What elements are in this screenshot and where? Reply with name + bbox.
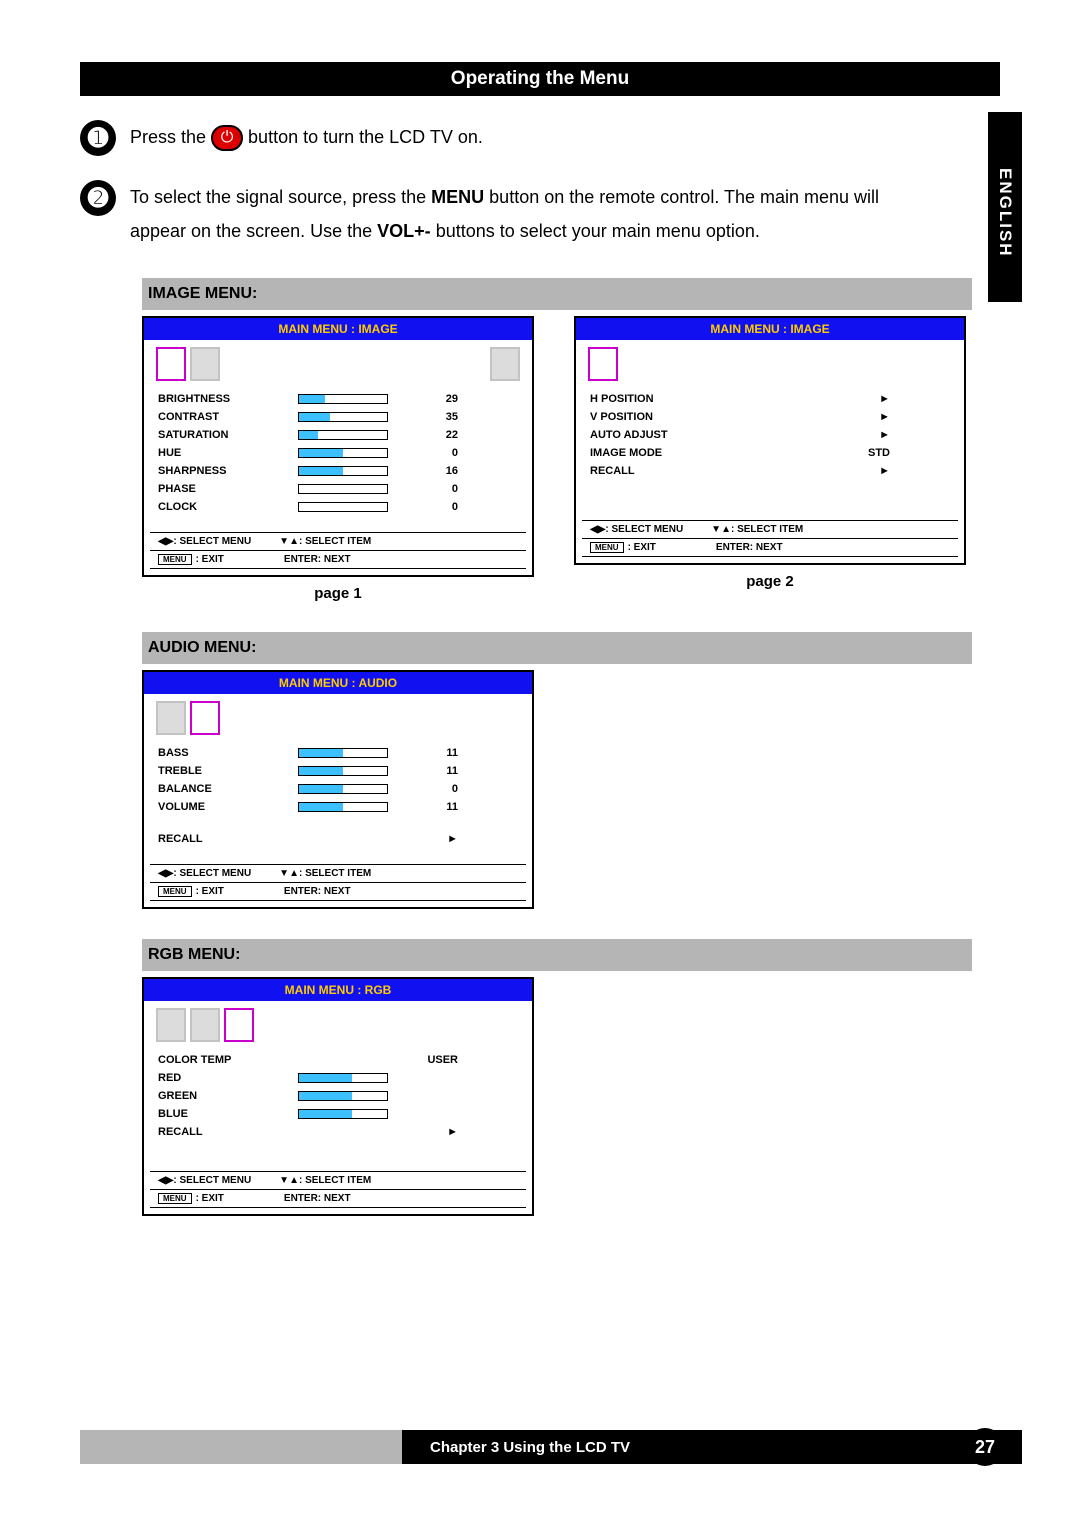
bullet-2: ➋	[80, 180, 116, 216]
menu-item: COLOR TEMPUSER	[158, 1051, 518, 1069]
menu-item: IMAGE MODESTD	[590, 444, 950, 462]
page-number-badge: 27	[966, 1428, 1004, 1466]
menu-tab-icon	[156, 701, 186, 735]
menu-tab-icon	[190, 1008, 220, 1042]
menu-tab-icon	[156, 1008, 186, 1042]
menu-tab-icon	[190, 347, 220, 381]
language-tab: ENGLISH	[988, 112, 1022, 302]
footer-select-menu: ◀▶: SELECT MENU	[158, 536, 251, 547]
menu-item: RED	[158, 1069, 518, 1087]
menu-tab-icon	[588, 347, 618, 381]
image-menu-page2: MAIN MENU : IMAGE H POSITION►V POSITION►…	[574, 316, 966, 565]
bullet-1: ➊	[80, 120, 116, 156]
menu-item: RECALL►	[158, 830, 518, 848]
section-audio: AUDIO MENU:	[142, 632, 972, 664]
page-title: Operating the Menu	[80, 62, 1000, 96]
footer-select-item: ▼▲: SELECT ITEM	[279, 536, 371, 547]
image-menu-page1: MAIN MENU : IMAGE BRIGHTNESS29CONTRAST35…	[142, 316, 534, 577]
audio-menu: MAIN MENU : AUDIO BASS11TREBLE11BALANCE0…	[142, 670, 534, 909]
menu-item: AUTO ADJUST►	[590, 426, 950, 444]
menu-item: PHASE0	[158, 480, 518, 498]
menu-header: MAIN MENU : IMAGE	[144, 318, 532, 340]
menu-item: RECALL►	[590, 462, 950, 480]
menu-header: MAIN MENU : AUDIO	[144, 672, 532, 694]
menu-item: BRIGHTNESS29	[158, 390, 518, 408]
menu-tab-icon	[190, 701, 220, 735]
menu-header: MAIN MENU : IMAGE	[576, 318, 964, 340]
caption-page1: page 1	[142, 585, 534, 602]
menu-item: BASS11	[158, 744, 518, 762]
menu-item: V POSITION►	[590, 408, 950, 426]
menu-item: BALANCE0	[158, 780, 518, 798]
menu-item: GREEN	[158, 1087, 518, 1105]
footer-bar: Chapter 3 Using the LCD TV 27	[80, 1430, 1022, 1464]
menu-item: H POSITION►	[590, 390, 950, 408]
caption-page2: page 2	[574, 573, 966, 590]
menu-tab-icon	[156, 347, 186, 381]
step-1-text: Press the button to turn the LCD TV on.	[130, 120, 890, 154]
section-rgb: RGB MENU:	[142, 939, 972, 971]
menu-item: CLOCK0	[158, 498, 518, 516]
menu-header: MAIN MENU : RGB	[144, 979, 532, 1001]
chapter-label: Chapter 3 Using the LCD TV 27	[402, 1430, 1022, 1464]
menu-item: VOLUME11	[158, 798, 518, 816]
step-2-text: To select the signal source, press the M…	[130, 180, 890, 248]
menu-item: TREBLE11	[158, 762, 518, 780]
menu-item: CONTRAST35	[158, 408, 518, 426]
menu-item: SHARPNESS16	[158, 462, 518, 480]
menu-item: RECALL►	[158, 1123, 518, 1141]
section-image: IMAGE MENU:	[142, 278, 972, 310]
power-icon	[211, 125, 243, 151]
menu-item: SATURATION22	[158, 426, 518, 444]
menu-item: HUE0	[158, 444, 518, 462]
rgb-menu: MAIN MENU : RGB COLOR TEMPUSERREDGREENBL…	[142, 977, 534, 1216]
menu-item: BLUE	[158, 1105, 518, 1123]
menu-thumb-icon	[490, 347, 520, 381]
menu-tab-icon	[224, 1008, 254, 1042]
